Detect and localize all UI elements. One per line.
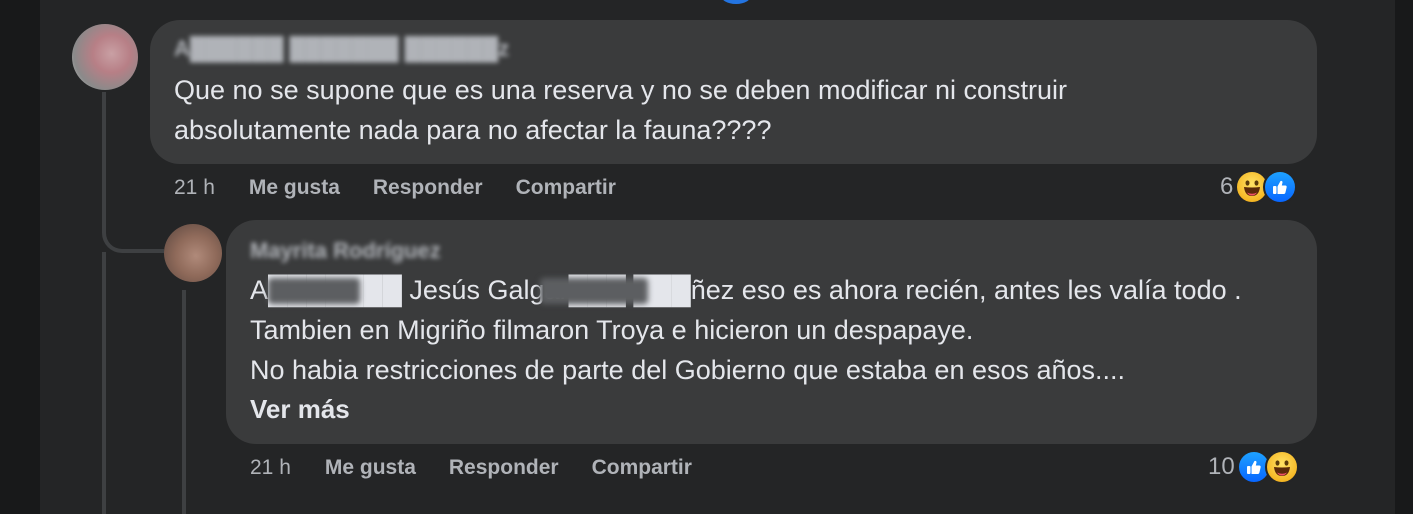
thread-line: [102, 92, 106, 216]
comment-text-line: Que no se supone que es una reserva y no…: [174, 75, 1068, 105]
reply-text-line: A███████ Jesús Galgar███ ███ñez eso es a…: [250, 275, 1242, 305]
reply-author[interactable]: Mayrita Rodríguez: [250, 238, 441, 264]
comment-actions: 21 h Me gusta Responder Compartir: [174, 176, 649, 200]
comment-text-line: absolutamente nada para no afectar la fa…: [174, 115, 772, 145]
thread-connector: [102, 205, 164, 253]
reply-button[interactable]: Responder: [373, 176, 483, 200]
avatar[interactable]: [164, 224, 222, 282]
reaction-summary[interactable]: 10: [1208, 450, 1299, 484]
thread-line: [102, 252, 106, 514]
like-button[interactable]: Me gusta: [249, 176, 340, 200]
haha-icon: [1264, 450, 1299, 484]
reply-text-line: No habia restricciones de parte del Gobi…: [250, 355, 1126, 385]
comment-timestamp[interactable]: 21 h: [174, 176, 215, 200]
reply-actions: 21 h Me gusta Responder Compartir: [250, 456, 725, 480]
see-more-link[interactable]: Ver más: [250, 394, 350, 425]
reply-text-line: Tambien en Migriño filmaron Troya e hici…: [250, 315, 974, 345]
reaction-summary[interactable]: 6: [1220, 170, 1298, 204]
comment-author[interactable]: A██████ ███████ ██████z: [174, 36, 509, 62]
reaction-count: 10: [1208, 453, 1235, 480]
reaction-count: 6: [1220, 173, 1234, 200]
reply-button[interactable]: Responder: [449, 456, 559, 480]
share-button[interactable]: Compartir: [592, 456, 692, 480]
redaction-blur: [540, 278, 648, 304]
thread-line-reply: [182, 290, 186, 514]
avatar[interactable]: [72, 24, 138, 90]
redaction-blur: [268, 278, 360, 304]
reply-timestamp[interactable]: 21 h: [250, 456, 291, 480]
like-icon: [1263, 170, 1298, 204]
share-button[interactable]: Compartir: [516, 176, 616, 200]
like-button[interactable]: Me gusta: [325, 456, 416, 480]
